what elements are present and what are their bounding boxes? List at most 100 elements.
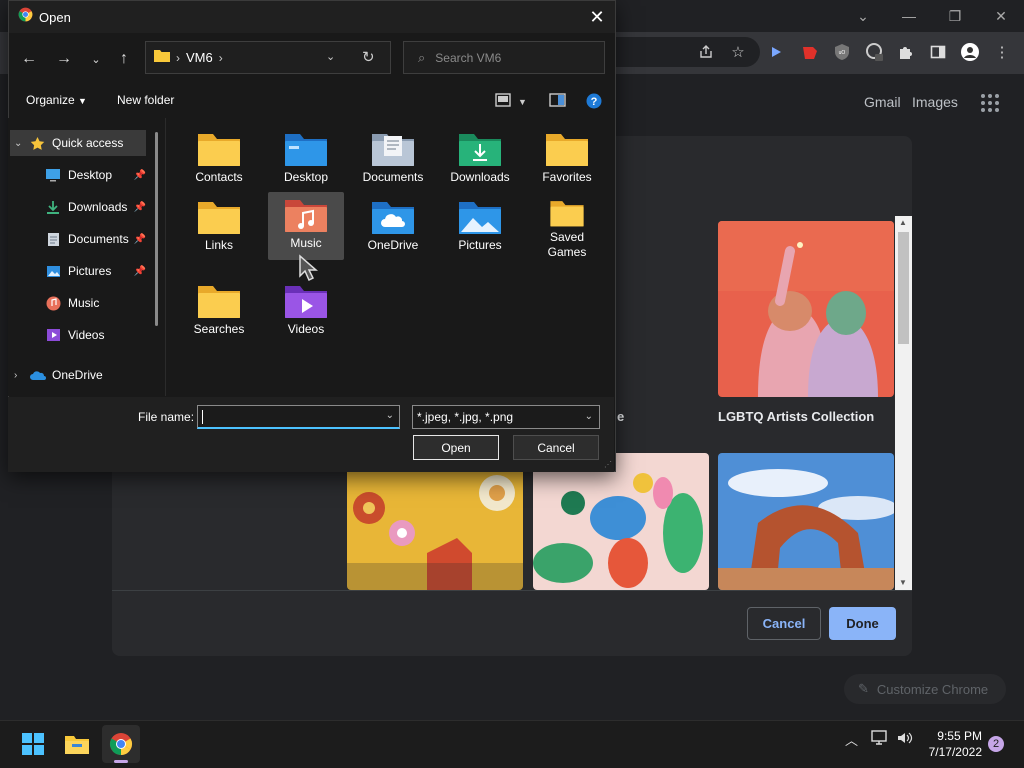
file-name-dropdown-icon[interactable]: ⌄ — [386, 410, 394, 421]
breadcrumb-chevron-icon[interactable]: › — [219, 51, 223, 65]
tab-search-icon[interactable]: ⌄ — [840, 4, 886, 28]
clock-date: 7/17/2022 — [928, 745, 982, 759]
back-arrow-icon[interactable]: ← — [17, 48, 41, 70]
cancel-button[interactable]: Cancel — [513, 435, 599, 460]
images-link[interactable]: Images — [912, 94, 958, 110]
address-dropdown-icon[interactable]: ⌄ — [326, 50, 335, 63]
forward-arrow-icon[interactable]: → — [52, 48, 76, 70]
tray-overflow-chevron-icon[interactable]: ︿ — [845, 730, 858, 749]
download-icon — [44, 199, 62, 215]
extensions-puzzle-icon[interactable] — [894, 40, 918, 64]
chrome-taskbar-icon[interactable] — [102, 725, 140, 763]
folder-label: Downloads — [450, 170, 510, 184]
google-apps-icon[interactable] — [981, 94, 999, 112]
pin-icon: 📌 — [133, 265, 146, 277]
chrome-logo-icon — [18, 7, 33, 27]
background-tile-lgbtq[interactable] — [718, 221, 894, 397]
folder-icon — [198, 286, 240, 318]
customize-cancel-button[interactable]: Cancel — [747, 607, 821, 640]
file-name-input[interactable]: ⌄ — [197, 405, 400, 429]
address-bar[interactable]: › VM6 › ⌄ ↻ — [145, 41, 391, 74]
folder-downloads[interactable]: Downloads — [442, 126, 518, 192]
profile-avatar-icon[interactable] — [958, 40, 982, 64]
view-options-chevron-icon[interactable]: ▼ — [518, 97, 527, 107]
nav-item-desktop[interactable]: Desktop 📌 — [44, 162, 148, 188]
notification-badge[interactable]: 2 — [988, 736, 1004, 752]
customize-done-button[interactable]: Done — [829, 607, 896, 640]
restore-button[interactable]: ❐ — [932, 4, 978, 28]
change-view-icon[interactable] — [495, 93, 511, 110]
nav-item-documents[interactable]: Documents 📌 — [44, 226, 148, 252]
folder-label: Documents — [362, 170, 424, 184]
minimize-button[interactable]: — — [886, 4, 932, 28]
folder-label: Contacts — [195, 170, 243, 184]
folder-searches[interactable]: Searches — [181, 278, 257, 344]
folder-documents[interactable]: Documents — [355, 126, 431, 192]
close-window-button[interactable]: ✕ — [978, 4, 1024, 28]
nav-label-documents: Documents — [68, 232, 129, 246]
preview-pane-icon[interactable] — [549, 93, 566, 110]
scroll-up-arrow-icon[interactable]: ▲ — [899, 218, 907, 227]
folder-label: Saved Games — [547, 230, 587, 259]
folder-pictures[interactable]: Pictures — [442, 194, 518, 260]
folder-desktop[interactable]: Desktop — [268, 126, 344, 192]
open-button[interactable]: Open — [413, 435, 499, 460]
new-folder-button[interactable]: New folder — [117, 93, 174, 107]
chrome-active-indicator — [114, 760, 128, 763]
recent-locations-chevron-icon[interactable]: ⌄ — [84, 48, 108, 70]
navigation-pane — [8, 118, 166, 396]
expand-chevron-icon[interactable]: › — [14, 370, 28, 381]
nav-item-downloads[interactable]: Downloads 📌 — [44, 194, 148, 220]
volume-icon[interactable] — [896, 730, 914, 749]
folder-onedrive[interactable]: OneDrive — [355, 194, 431, 260]
folder-favorites[interactable]: Favorites — [529, 126, 605, 192]
customize-scrollbar-thumb[interactable] — [898, 232, 909, 344]
extension-play-icon[interactable] — [764, 40, 788, 64]
scroll-down-arrow-icon[interactable]: ▼ — [899, 578, 907, 587]
folder-saved-games[interactable]: Saved Games — [529, 194, 605, 260]
nav-item-music[interactable]: Music — [44, 290, 148, 316]
file-type-value: *.jpeg, *.jpg, *.png — [417, 410, 514, 424]
refresh-icon[interactable]: ↻ — [362, 48, 375, 66]
documents-folder-icon — [372, 134, 414, 166]
bookmark-star-icon[interactable]: ☆ — [726, 40, 750, 64]
start-button[interactable] — [14, 725, 52, 763]
background-tile-arch[interactable] — [718, 453, 894, 590]
search-box[interactable]: ⌕ Search VM6 — [403, 41, 605, 74]
star-icon — [28, 135, 46, 151]
nav-item-onedrive[interactable]: › OneDrive — [14, 362, 148, 388]
nav-item-videos[interactable]: Videos — [44, 322, 148, 348]
folder-contacts[interactable]: Contacts — [181, 126, 257, 192]
customize-chrome-button[interactable]: ✎ Customize Chrome — [844, 674, 1006, 704]
file-type-select[interactable]: *.jpeg, *.jpg, *.png ⌄ — [412, 405, 600, 429]
onedrive-folder-icon — [372, 202, 414, 234]
taskbar-clock[interactable]: 9:55 PM 7/17/2022 — [918, 728, 982, 760]
dialog-title: Open — [39, 9, 71, 25]
expand-chevron-icon[interactable]: ⌄ — [14, 138, 28, 149]
chrome-menu-icon[interactable]: ⋮ — [990, 40, 1014, 64]
gmail-link[interactable]: Gmail — [864, 94, 901, 110]
network-icon[interactable] — [871, 730, 889, 749]
customize-chrome-label: Customize Chrome — [876, 681, 989, 697]
folder-links[interactable]: Links — [181, 194, 257, 260]
side-panel-icon[interactable] — [926, 40, 950, 64]
help-icon[interactable]: ? — [586, 93, 602, 112]
background-tile-plants[interactable] — [533, 453, 709, 590]
share-icon[interactable] — [694, 40, 718, 64]
resize-grip-icon[interactable]: ⋰ — [604, 460, 612, 469]
nav-item-pictures[interactable]: Pictures 📌 — [44, 258, 148, 284]
extension-red-icon[interactable] — [798, 40, 822, 64]
ublock-icon[interactable]: uO — [830, 40, 854, 64]
folder-music[interactable]: Music — [268, 192, 344, 260]
folder-videos[interactable]: Videos — [268, 278, 344, 344]
up-arrow-icon[interactable]: ↑ — [112, 48, 136, 70]
search-placeholder: Search VM6 — [435, 50, 502, 65]
navigation-scrollbar[interactable] — [155, 132, 158, 326]
nav-item-quick-access[interactable]: ⌄ Quick access — [10, 130, 146, 156]
file-explorer-taskbar-icon[interactable] — [58, 725, 96, 763]
organize-menu[interactable]: Organize ▼ — [26, 93, 87, 107]
background-tile-floral-yellow[interactable] — [347, 453, 523, 590]
dialog-close-button[interactable]: ✕ — [585, 5, 609, 29]
extension-gauge-icon[interactable] — [862, 40, 886, 64]
breadcrumb-vm6[interactable]: VM6 — [186, 50, 213, 65]
